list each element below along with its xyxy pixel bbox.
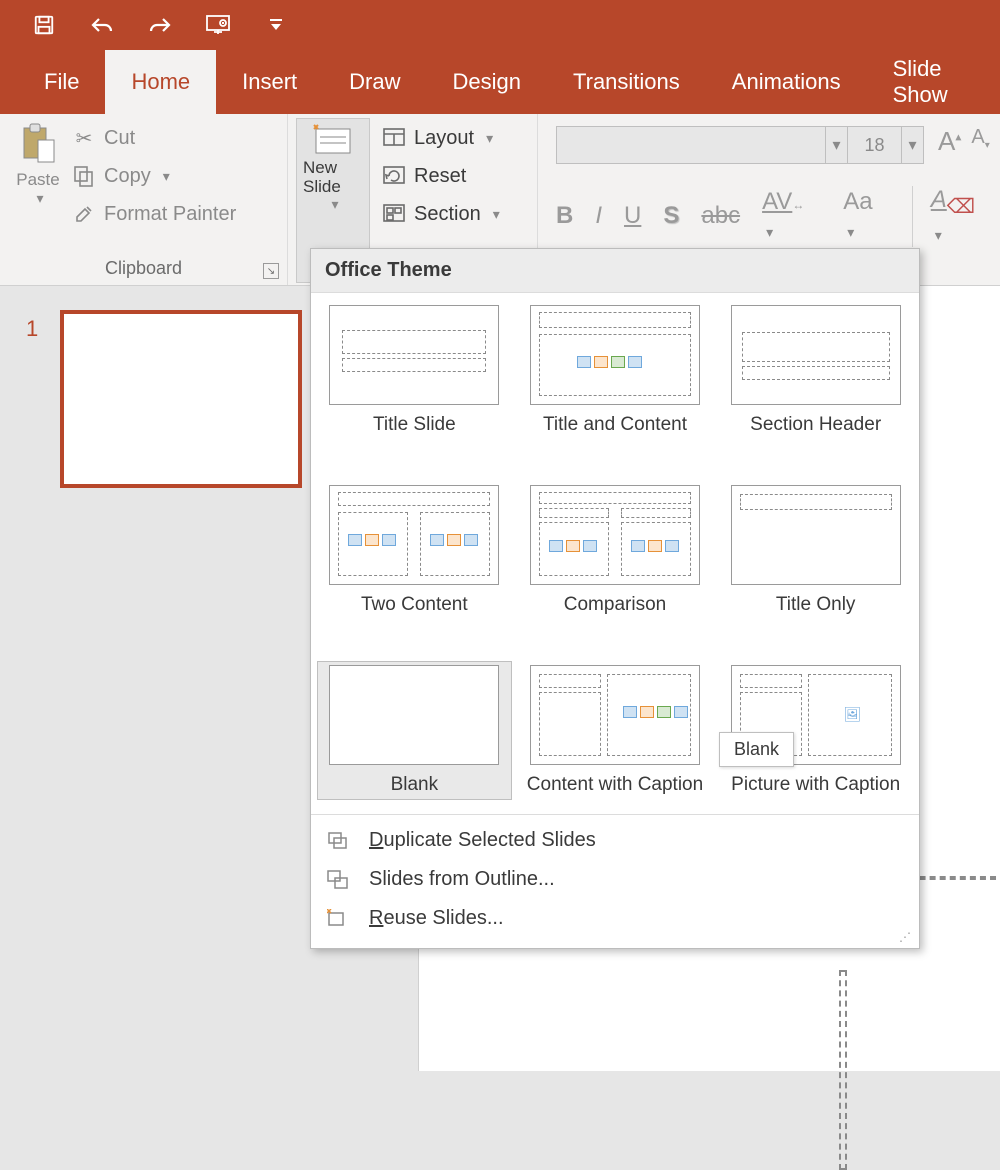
font-controls: ▾ 18 ▾ A▴ A▾ bbox=[556, 126, 992, 164]
chevron-down-icon: ▾ bbox=[493, 206, 500, 223]
strikethrough-button[interactable]: abc bbox=[701, 202, 740, 230]
ribbon-tabs: File Home Insert Draw Design Transitions… bbox=[0, 50, 1000, 114]
character-spacing-button[interactable]: AV↔ ▾ bbox=[762, 188, 821, 244]
copy-icon bbox=[72, 164, 96, 188]
format-painter-button[interactable]: Format Painter bbox=[68, 200, 240, 228]
quick-access-toolbar bbox=[0, 0, 1000, 50]
reset-button[interactable]: Reset bbox=[378, 162, 504, 190]
font-size-combo[interactable]: 18 bbox=[848, 126, 902, 164]
customize-qat-icon[interactable] bbox=[262, 11, 290, 39]
layout-title-and-content[interactable]: Title and Content bbox=[518, 301, 713, 441]
change-case-button[interactable]: Aa ▾ bbox=[843, 188, 889, 244]
tab-draw[interactable]: Draw bbox=[323, 50, 426, 114]
tab-home[interactable]: Home bbox=[105, 50, 216, 114]
layout-blank[interactable]: Blank bbox=[317, 661, 512, 801]
undo-icon[interactable] bbox=[88, 11, 116, 39]
tab-slide-show[interactable]: Slide Show bbox=[867, 50, 974, 114]
clipboard-launcher-icon[interactable]: ↘ bbox=[263, 263, 279, 279]
resize-grip-icon[interactable]: ⋰ bbox=[899, 930, 913, 944]
picture-icon: 🖼 bbox=[844, 706, 862, 723]
decrease-font-button[interactable]: A▾ bbox=[971, 126, 989, 164]
chevron-down-icon: ▾ bbox=[36, 190, 43, 207]
save-icon[interactable] bbox=[30, 11, 58, 39]
reset-icon bbox=[382, 164, 406, 188]
tab-insert[interactable]: Insert bbox=[216, 50, 323, 114]
section-icon bbox=[382, 202, 406, 226]
layout-button[interactable]: Layout▾ bbox=[378, 124, 504, 152]
text-shadow-button[interactable]: S bbox=[663, 202, 679, 230]
scissors-icon: ✂ bbox=[72, 126, 96, 150]
bold-button[interactable]: B bbox=[556, 202, 573, 230]
section-button[interactable]: Section▾ bbox=[378, 200, 504, 228]
font-name-combo[interactable] bbox=[556, 126, 826, 164]
clipboard-group-label: Clipboard bbox=[105, 256, 182, 283]
italic-button[interactable]: I bbox=[595, 202, 602, 230]
increase-font-button[interactable]: A▴ bbox=[938, 126, 961, 164]
layout-picture-with-caption[interactable]: 🖼 Picture with Caption bbox=[718, 661, 913, 801]
chevron-down-icon: ▾ bbox=[331, 196, 338, 213]
start-from-beginning-icon[interactable] bbox=[204, 11, 232, 39]
slides-from-outline[interactable]: Slides from Outline... bbox=[311, 860, 919, 899]
clear-formatting-button[interactable]: A⌫ ▾ bbox=[912, 186, 992, 247]
reuse-icon bbox=[325, 908, 351, 930]
cut-button[interactable]: ✂Cut bbox=[68, 124, 240, 152]
redo-icon[interactable] bbox=[146, 11, 174, 39]
gallery-header: Office Theme bbox=[311, 249, 919, 293]
outline-icon bbox=[325, 869, 351, 891]
slide-number: 1 bbox=[26, 316, 38, 342]
tab-file[interactable]: File bbox=[18, 50, 105, 114]
layout-section-header[interactable]: Section Header bbox=[718, 301, 913, 441]
paste-label: Paste bbox=[16, 170, 59, 190]
paintbrush-icon bbox=[72, 202, 96, 226]
chevron-down-icon: ▾ bbox=[163, 168, 170, 185]
font-size-dropdown[interactable]: ▾ bbox=[902, 126, 924, 164]
duplicate-selected-slides[interactable]: Duplicate Selected Slides bbox=[311, 821, 919, 860]
tooltip: Blank bbox=[719, 732, 794, 767]
paste-button[interactable]: Paste ▾ bbox=[8, 118, 68, 256]
reuse-slides[interactable]: Reuse Slides... bbox=[311, 899, 919, 938]
layout-content-with-caption[interactable]: Content with Caption bbox=[518, 661, 713, 801]
tab-recording[interactable]: Record bbox=[974, 50, 1000, 114]
tab-animations[interactable]: Animations bbox=[706, 50, 867, 114]
font-name-dropdown[interactable]: ▾ bbox=[826, 126, 848, 164]
slide-thumbnail-1[interactable] bbox=[60, 310, 302, 488]
new-slide-gallery: Office Theme Title Slide Title and Conte… bbox=[310, 248, 920, 949]
chevron-down-icon: ▾ bbox=[486, 130, 493, 147]
layout-two-content[interactable]: Two Content bbox=[317, 481, 512, 621]
new-slide-label: New Slide bbox=[303, 159, 363, 196]
layout-icon bbox=[382, 126, 406, 150]
layout-comparison[interactable]: Comparison bbox=[518, 481, 713, 621]
layout-title-only[interactable]: Title Only bbox=[718, 481, 913, 621]
tab-design[interactable]: Design bbox=[427, 50, 547, 114]
layout-title-slide[interactable]: Title Slide bbox=[317, 301, 512, 441]
copy-button[interactable]: Copy▾ bbox=[68, 162, 240, 190]
duplicate-icon bbox=[325, 830, 351, 852]
tab-transitions[interactable]: Transitions bbox=[547, 50, 706, 114]
underline-button[interactable]: U bbox=[624, 202, 641, 230]
